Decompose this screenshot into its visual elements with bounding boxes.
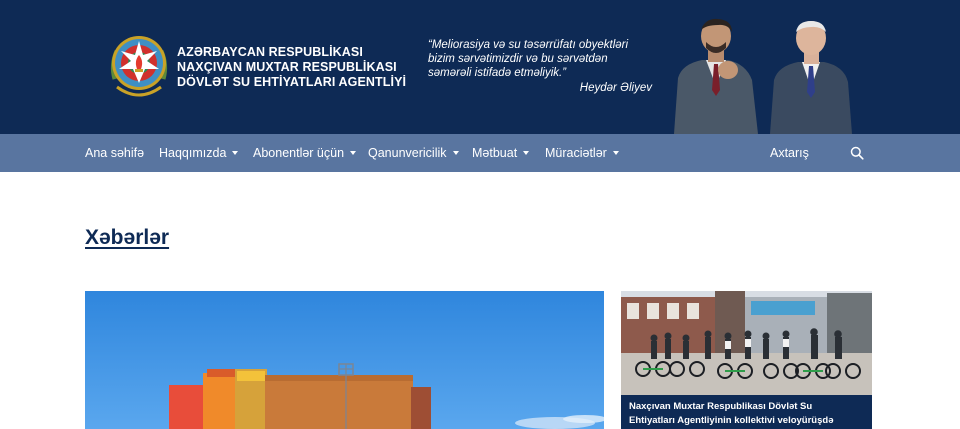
caret-down-icon xyxy=(612,150,619,155)
side-news-caption[interactable]: Naxçıvan Muxtar Respublikası Dövlət Su E… xyxy=(621,395,872,429)
quote-author: Heydər Əliyev xyxy=(579,82,652,94)
caret-down-icon xyxy=(350,150,357,155)
nav-item-press[interactable]: Mətbuat xyxy=(472,134,530,172)
nav-item-appeals[interactable]: Müraciətlər xyxy=(545,134,619,172)
nav-item-home-label: Ana səhifə xyxy=(85,146,145,160)
nav-item-about[interactable]: Haqqımızda xyxy=(159,134,239,172)
caret-down-icon xyxy=(523,150,530,155)
agency-name-line-2: NAXÇIVAN MUXTAR RESPUBLİKASI xyxy=(177,60,397,74)
quote-line-3: səmərəli istifadə etməliyik.” xyxy=(428,67,567,79)
nav-item-home[interactable]: Ana səhifə xyxy=(85,134,144,172)
leaders-portrait-image xyxy=(674,18,852,134)
quote-line-1: “Meliorasiya və su təsərrüfatı obyektlər… xyxy=(428,39,629,51)
nav-item-legislation[interactable]: Qanunvericilik xyxy=(368,134,459,172)
site-header: AZƏRBAYCAN RESPUBLİKASI NAXÇIVAN MUXTAR … xyxy=(0,0,960,134)
nav-item-appeals-label: Müraciətlər xyxy=(545,146,607,160)
nav-item-press-label: Mətbuat xyxy=(472,146,518,160)
quote-line-2: bizim sərvətimizdir və bu sərvətdən xyxy=(428,53,608,65)
side-news-image xyxy=(621,291,872,395)
main-navigation: Ana səhifə Haqqımızda Abonentlər üçün Qa… xyxy=(0,134,960,172)
news-section-title[interactable]: Xəbərlər xyxy=(85,226,169,250)
side-news-caption-line-2: Ehtiyatları Agentliyinin kollektivi velo… xyxy=(629,415,834,426)
main-news-image xyxy=(85,291,604,429)
caret-down-icon xyxy=(452,150,459,155)
header-quote: “Meliorasiya və su təsərrüfatı obyektlər… xyxy=(428,38,658,95)
state-emblem-logo[interactable] xyxy=(107,29,171,103)
agency-name-line-3: DÖVLƏT SU EHTİYATLARI AGENTLİYİ xyxy=(177,75,407,89)
nav-item-subscribers[interactable]: Abonentlər üçün xyxy=(253,134,357,172)
caret-down-icon xyxy=(232,150,239,155)
agency-name-line-1: AZƏRBAYCAN RESPUBLİKASI xyxy=(177,45,363,59)
side-news-caption-line-1: Naxçıvan Muxtar Respublikası Dövlət Su xyxy=(629,401,813,412)
side-news-item[interactable]: Naxçıvan Muxtar Respublikası Dövlət Su E… xyxy=(621,291,872,429)
nav-item-legislation-label: Qanunvericilik xyxy=(368,146,447,160)
nav-item-about-label: Haqqımızda xyxy=(159,146,227,160)
search-label: Axtarış xyxy=(770,146,809,160)
search-link[interactable]: Axtarış xyxy=(770,134,809,172)
nav-item-subscribers-label: Abonentlər üçün xyxy=(253,146,345,160)
agency-name[interactable]: AZƏRBAYCAN RESPUBLİKASI NAXÇIVAN MUXTAR … xyxy=(177,45,406,90)
main-news-item[interactable] xyxy=(85,291,604,429)
search-icon[interactable] xyxy=(850,146,864,160)
